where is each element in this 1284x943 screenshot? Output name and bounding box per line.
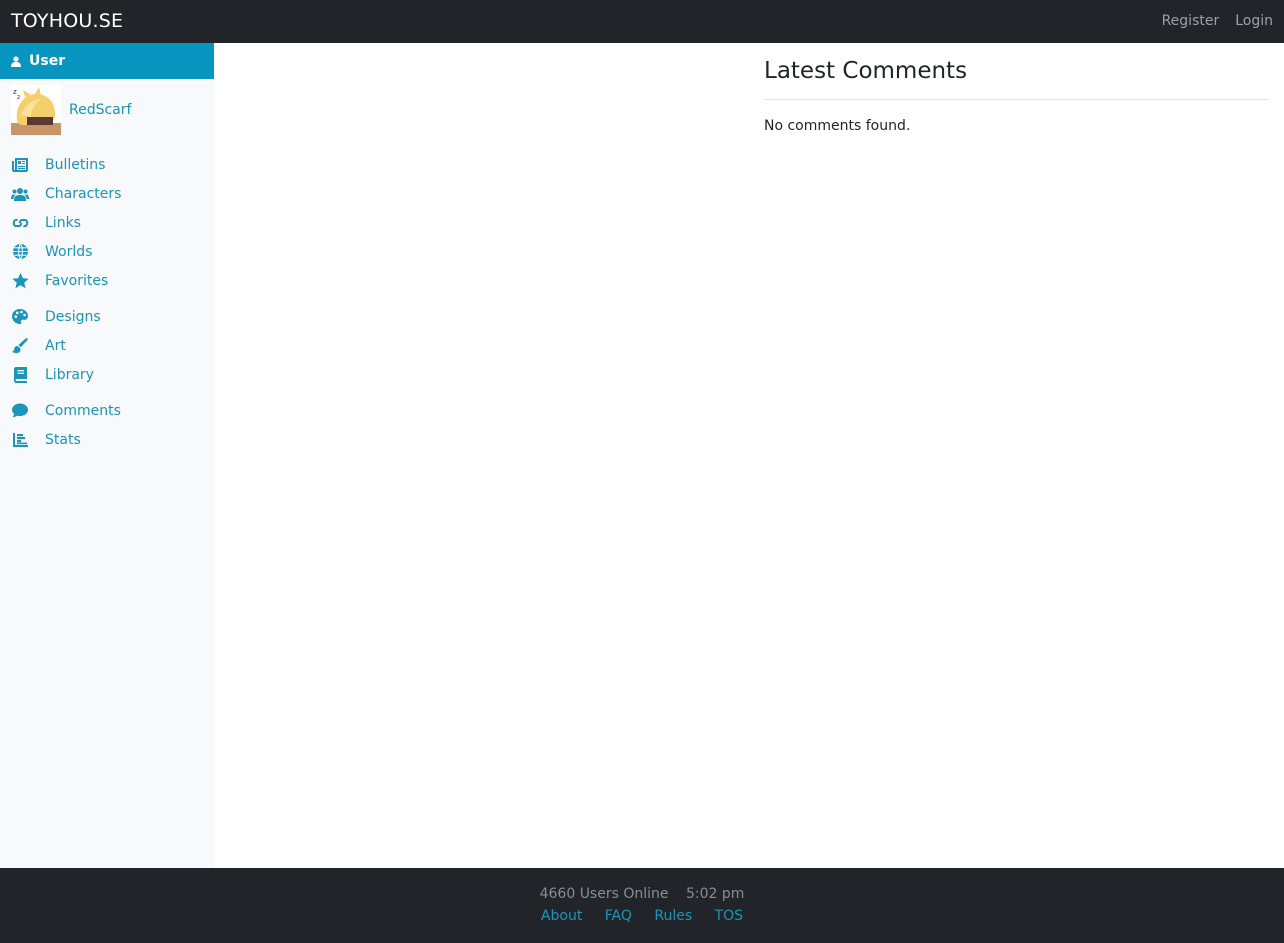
users-icon: [11, 185, 29, 203]
sidebar-item-characters[interactable]: Characters: [0, 179, 214, 208]
paintbrush-icon: [11, 337, 29, 355]
sidebar-group-main: Bulletins Characters Links Worlds Favori…: [0, 150, 214, 295]
sidebar-item-label: Stats: [45, 431, 81, 448]
sidebar-item-label: Worlds: [45, 243, 93, 260]
sidebar-item-links[interactable]: Links: [0, 208, 214, 237]
star-icon: [11, 272, 29, 290]
chart-icon: [11, 431, 29, 449]
sidebar-group-activity: Comments Stats: [0, 396, 214, 454]
user-block: z z RedScarf: [0, 79, 214, 141]
sidebar-item-comments[interactable]: Comments: [0, 396, 214, 425]
sidebar-item-label: Art: [45, 337, 66, 354]
globe-icon: [11, 243, 29, 261]
top-navbar: TOYHOU.SE Register Login: [0, 0, 1284, 43]
sidebar-item-favorites[interactable]: Favorites: [0, 266, 214, 295]
sidebar-item-label: Designs: [45, 308, 101, 325]
users-online-count: 4660 Users Online: [539, 886, 669, 902]
username-link[interactable]: RedScarf: [69, 102, 131, 118]
main-content: Latest Comments No comments found.: [214, 43, 1284, 868]
sidebar: User z z RedScarf Bulletins Characters L…: [0, 43, 214, 868]
latest-comments-title: Latest Comments: [764, 58, 968, 84]
footer-link-rules[interactable]: Rules: [654, 908, 692, 924]
divider: [764, 99, 1269, 100]
sidebar-group-content: Designs Art Library: [0, 302, 214, 389]
server-time: 5:02 pm: [685, 886, 745, 902]
site-logo[interactable]: TOYHOU.SE: [11, 0, 123, 43]
footer-link-faq[interactable]: FAQ: [605, 908, 632, 924]
footer-link-tos[interactable]: TOS: [715, 908, 743, 924]
footer-links: About FAQ Rules TOS: [0, 908, 1284, 924]
newspaper-icon: [11, 156, 29, 174]
footer-link-about[interactable]: About: [541, 908, 582, 924]
footer-status: 4660 Users Online 5:02 pm: [0, 886, 1284, 902]
register-link[interactable]: Register: [1162, 0, 1220, 43]
footer: 4660 Users Online 5:02 pm About FAQ Rule…: [0, 868, 1284, 943]
sidebar-item-label: Bulletins: [45, 156, 106, 173]
comment-icon: [11, 402, 29, 420]
sidebar-item-label: Comments: [45, 402, 121, 419]
sidebar-item-worlds[interactable]: Worlds: [0, 237, 214, 266]
sidebar-item-label: Links: [45, 214, 81, 231]
svg-text:z: z: [17, 94, 20, 101]
avatar[interactable]: z z: [11, 85, 61, 135]
auth-links: Register Login: [1146, 0, 1273, 43]
sidebar-item-label: Favorites: [45, 272, 109, 289]
user-icon: [11, 55, 21, 67]
sidebar-item-bulletins[interactable]: Bulletins: [0, 150, 214, 179]
sidebar-item-library[interactable]: Library: [0, 360, 214, 389]
sidebar-item-designs[interactable]: Designs: [0, 302, 214, 331]
sidebar-item-label: Library: [45, 366, 94, 383]
book-icon: [11, 366, 29, 384]
sidebar-item-art[interactable]: Art: [0, 331, 214, 360]
sidebar-header: User: [0, 43, 214, 79]
empty-comments-message: No comments found.: [764, 118, 911, 134]
sidebar-header-label: User: [29, 53, 66, 69]
login-link[interactable]: Login: [1235, 0, 1273, 43]
sidebar-item-stats[interactable]: Stats: [0, 425, 214, 454]
latest-comments-panel: Latest Comments No comments found.: [764, 43, 1269, 134]
sidebar-item-label: Characters: [45, 185, 122, 202]
link-icon: [11, 214, 29, 232]
palette-icon: [11, 308, 29, 326]
